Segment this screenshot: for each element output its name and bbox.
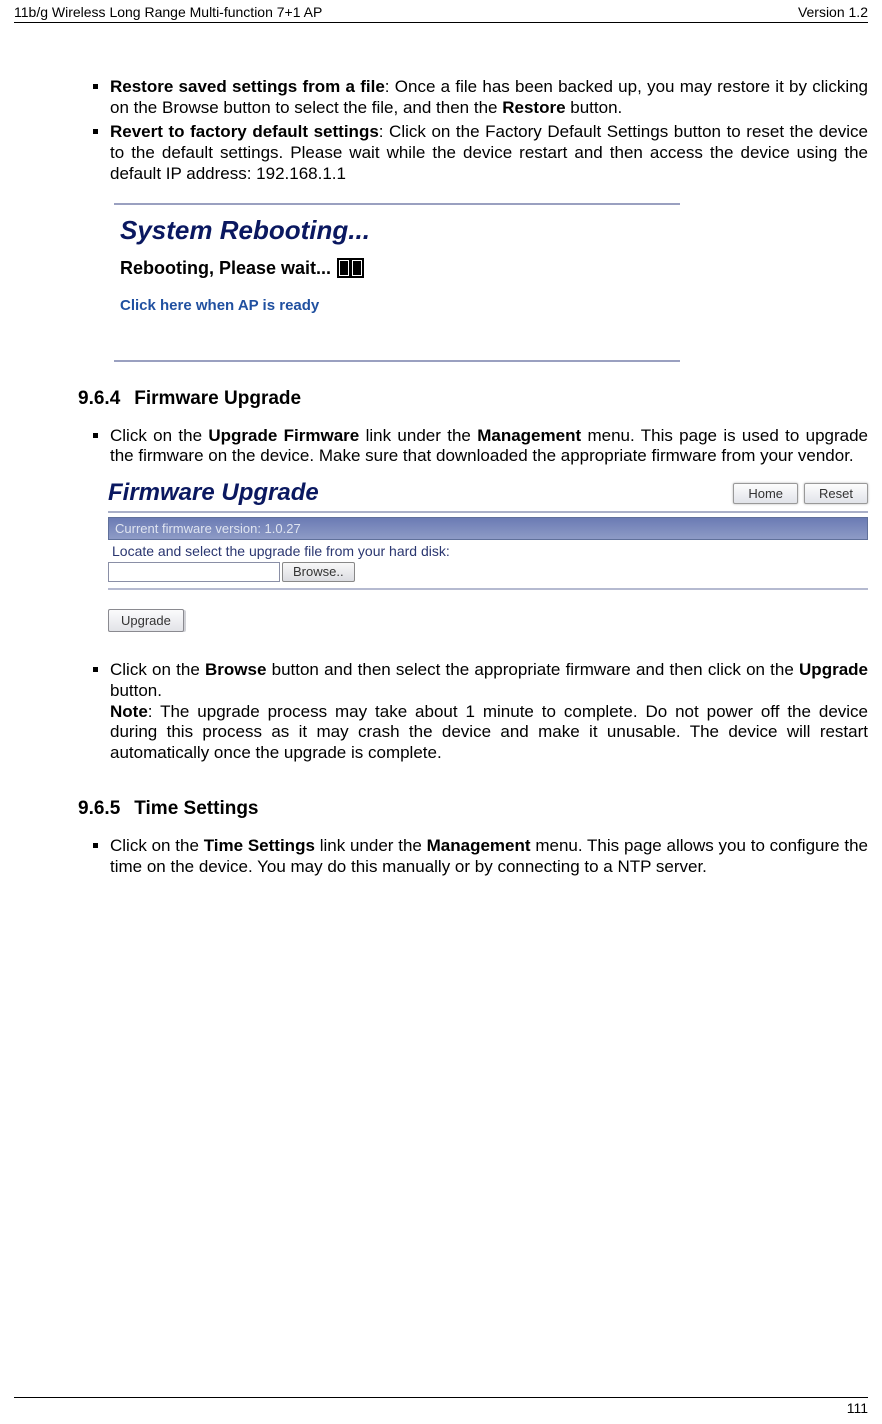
note-lead: Note <box>110 702 148 721</box>
page-number: 111 <box>847 1400 868 1416</box>
locate-label: Locate and select the upgrade file from … <box>108 540 868 562</box>
bullet-list-c: Click on the Browse button and then sele… <box>78 660 868 764</box>
reboot-wait-text: Rebooting, Please wait... <box>120 258 331 279</box>
text: Click on the <box>110 836 204 855</box>
item-bold: Restore <box>502 98 565 117</box>
text-bold: Upgrade Firmware <box>208 426 359 445</box>
upgrade-button[interactable]: Upgrade <box>108 609 184 632</box>
text: link under the <box>315 836 427 855</box>
reboot-wait-row: Rebooting, Please wait... <box>120 258 680 279</box>
firmware-version-bar: Current firmware version: 1.0.27 <box>108 517 868 540</box>
text: Click on the <box>110 426 208 445</box>
text-bold: Browse <box>205 660 266 679</box>
section-heading-964: 9.6.4 Firmware Upgrade <box>78 388 868 410</box>
bullet-list-d: Click on the Time Settings link under th… <box>78 836 868 877</box>
text: button and then select the appropriate f… <box>266 660 799 679</box>
list-item: Revert to factory default settings: Clic… <box>110 122 868 184</box>
list-item: Click on the Browse button and then sele… <box>110 660 868 764</box>
list-item: Restore saved settings from a file: Once… <box>110 77 868 118</box>
text-bold: Management <box>427 836 531 855</box>
text: Click on the <box>110 660 205 679</box>
text-bold: Management <box>477 426 581 445</box>
item-lead: Restore saved settings from a file <box>110 77 385 96</box>
header-right: Version 1.2 <box>798 4 868 20</box>
section-number: 9.6.5 <box>78 798 120 819</box>
text: link under the <box>359 426 477 445</box>
home-button[interactable]: Home <box>733 483 798 504</box>
list-item: Click on the Upgrade Firmware link under… <box>110 426 868 467</box>
section-title: Firmware Upgrade <box>134 388 301 409</box>
reset-button[interactable]: Reset <box>804 483 868 504</box>
document-header: 11b/g Wireless Long Range Multi-function… <box>14 4 868 23</box>
figure-firmware-upgrade: Firmware Upgrade Home Reset Current firm… <box>108 479 868 632</box>
reboot-ready-link[interactable]: Click here when AP is ready <box>120 297 680 314</box>
text: button. <box>110 681 162 700</box>
file-path-input[interactable] <box>108 562 280 582</box>
header-left: 11b/g Wireless Long Range Multi-function… <box>14 4 322 20</box>
bullet-list-b: Click on the Upgrade Firmware link under… <box>78 426 868 467</box>
item-lead: Revert to factory default settings <box>110 122 379 141</box>
browse-button[interactable]: Browse.. <box>282 562 355 582</box>
item-tail: button. <box>566 98 623 117</box>
section-heading-965: 9.6.5 Time Settings <box>78 798 868 820</box>
section-number: 9.6.4 <box>78 388 120 409</box>
text-bold: Time Settings <box>204 836 315 855</box>
document-footer: 111 <box>14 1397 868 1416</box>
section-title: Time Settings <box>134 798 258 819</box>
countdown-icon <box>337 258 364 278</box>
fw-title: Firmware Upgrade <box>108 479 727 507</box>
bullet-list-a: Restore saved settings from a file: Once… <box>78 77 868 185</box>
figure-system-rebooting: System Rebooting... Rebooting, Please wa… <box>114 203 868 362</box>
note-body: : The upgrade process may take about 1 m… <box>110 702 868 762</box>
reboot-title: System Rebooting... <box>120 215 680 246</box>
text-bold: Upgrade <box>799 660 868 679</box>
list-item: Click on the Time Settings link under th… <box>110 836 868 877</box>
